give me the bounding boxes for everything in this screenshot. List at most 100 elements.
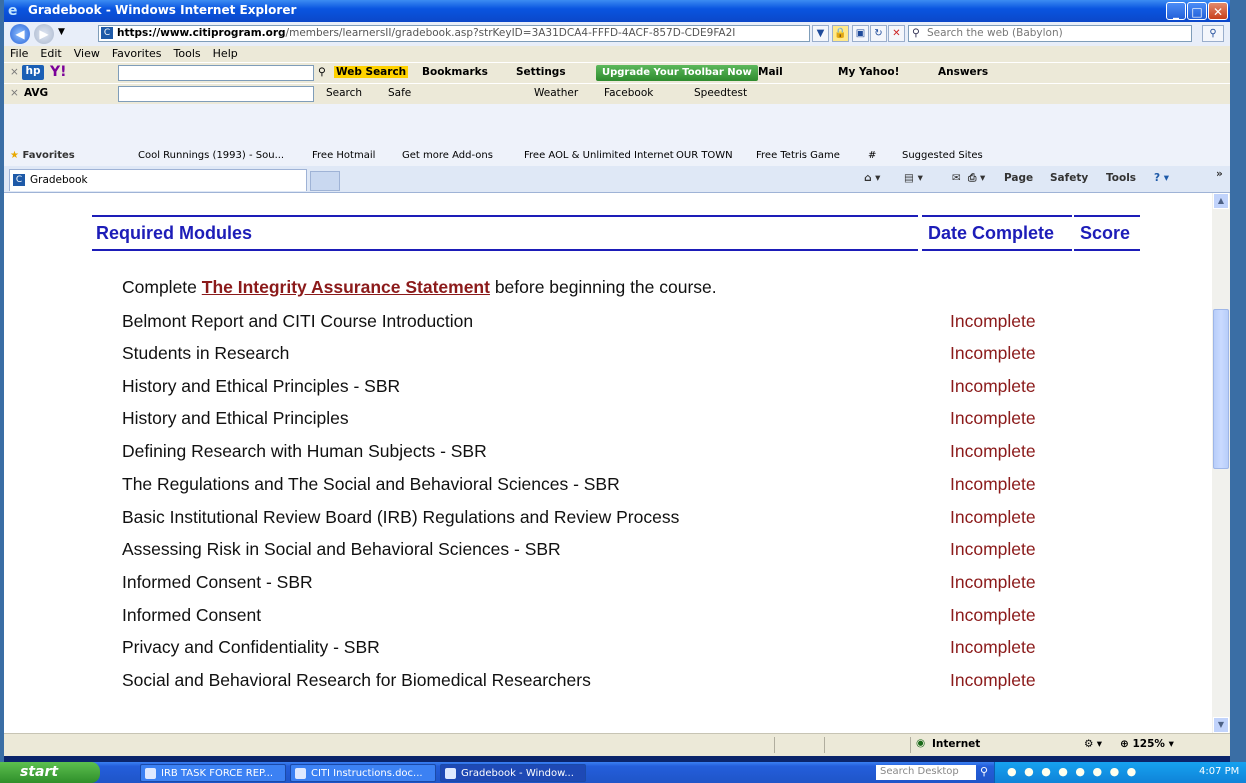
hp-logo-icon[interactable]: hp xyxy=(22,65,44,80)
menu-file[interactable]: File xyxy=(4,46,34,61)
feeds-icon[interactable]: ▤ ▾ xyxy=(904,172,923,184)
yahoo-toolbar: × hp Y! ⚲ Web Search Bookmarks Settings … xyxy=(4,62,1230,85)
favorite-item[interactable]: Cool Runnings (1993) - Sou... xyxy=(138,150,284,161)
menu-help[interactable]: Help xyxy=(207,46,244,61)
mail-button[interactable]: Mail xyxy=(758,66,783,78)
module-status: Incomplete xyxy=(950,441,1036,461)
desktop-search-input[interactable]: Search Desktop xyxy=(876,765,976,780)
close-button[interactable]: ✕ xyxy=(1208,2,1228,20)
mail-icon[interactable]: ✉ xyxy=(952,172,961,184)
desktop-search-icon[interactable]: ⚲ xyxy=(980,765,988,778)
tray-icons[interactable]: ● ● ● ● ● ● ● ● xyxy=(1007,765,1138,778)
yahoo-logo-icon[interactable]: Y! xyxy=(50,64,67,80)
ie-logo-icon: e xyxy=(8,3,18,19)
zoom-level[interactable]: ⊕ 125% ▾ xyxy=(1120,738,1174,750)
help-icon[interactable]: ? ▾ xyxy=(1154,172,1169,184)
tab-gradebook[interactable]: C Gradebook xyxy=(9,169,307,191)
word-doc-icon xyxy=(295,768,306,779)
protected-mode-icon[interactable]: ⚙ ▾ xyxy=(1084,738,1102,750)
weather-button[interactable]: Weather xyxy=(534,87,578,99)
module-name[interactable]: The Regulations and The Social and Behav… xyxy=(122,474,620,495)
web-search-input[interactable]: ⚲ Search the web (Babylon) xyxy=(908,25,1192,42)
compatibility-icon[interactable]: ▣ xyxy=(852,25,869,42)
home-icon[interactable]: ⌂ ▾ xyxy=(864,172,880,184)
answers-button[interactable]: Answers xyxy=(938,66,988,78)
module-name[interactable]: Basic Institutional Review Board (IRB) R… xyxy=(122,507,679,528)
taskbar-item-irb[interactable]: IRB TASK FORCE REP... xyxy=(140,764,286,782)
module-name[interactable]: History and Ethical Principles - SBR xyxy=(122,376,400,397)
back-button[interactable]: ◀ xyxy=(10,24,30,44)
intro-text-after: before beginning the course. xyxy=(489,277,717,297)
start-button[interactable]: start xyxy=(0,762,100,783)
favorites-button[interactable]: ★ Favorites xyxy=(10,150,75,161)
web-search-button[interactable]: Web Search xyxy=(334,66,409,78)
module-name[interactable]: Privacy and Confidentiality - SBR xyxy=(122,637,380,658)
module-status: Incomplete xyxy=(950,474,1036,494)
vertical-scrollbar[interactable]: ▲ ▼ xyxy=(1212,193,1230,733)
my-yahoo-button[interactable]: My Yahoo! xyxy=(838,66,899,78)
scroll-thumb[interactable] xyxy=(1213,309,1229,469)
avg-toolbar: × AVG Search Safe Weather Facebook Speed… xyxy=(4,83,1230,106)
refresh-icon[interactable]: ↻ xyxy=(870,25,887,42)
address-dropdown-icon[interactable]: ▼ xyxy=(812,25,829,42)
chevron-more-icon[interactable]: » xyxy=(1216,168,1223,180)
module-name[interactable]: Students in Research xyxy=(122,343,289,364)
favorite-item[interactable]: Suggested Sites xyxy=(902,150,983,161)
new-tab-button[interactable] xyxy=(310,171,340,191)
taskbar-item-citi[interactable]: CITI Instructions.doc... xyxy=(290,764,436,782)
favorite-item[interactable]: Free AOL & Unlimited Internet xyxy=(524,150,674,161)
history-dropdown-icon[interactable]: ▼ xyxy=(58,27,65,37)
avg-button[interactable]: AVG xyxy=(24,87,48,99)
safety-menu[interactable]: Safety xyxy=(1050,172,1088,184)
stop-icon[interactable]: ✕ xyxy=(888,25,905,42)
page-menu[interactable]: Page xyxy=(1004,172,1033,184)
status-divider xyxy=(910,737,911,753)
upgrade-toolbar-button[interactable]: Upgrade Your Toolbar Now xyxy=(596,65,758,81)
settings-button[interactable]: Settings xyxy=(516,66,566,78)
module-name[interactable]: Informed Consent xyxy=(122,605,261,626)
speedtest-button[interactable]: Speedtest xyxy=(694,87,747,99)
favorite-item[interactable]: Free Tetris Game xyxy=(756,150,840,161)
scroll-down-icon[interactable]: ▼ xyxy=(1213,717,1229,733)
favorite-item[interactable]: # xyxy=(868,150,876,161)
search-icon[interactable]: ⚲ xyxy=(318,66,326,78)
title-bar[interactable]: e Gradebook - Windows Internet Explorer … xyxy=(4,0,1230,22)
avg-search-input[interactable] xyxy=(118,86,314,102)
module-name[interactable]: Defining Research with Human Subjects - … xyxy=(122,441,487,462)
toolbar-close-icon[interactable]: × xyxy=(10,66,19,78)
minimize-button[interactable]: _ xyxy=(1166,2,1186,20)
print-icon[interactable]: ⎙ ▾ xyxy=(968,172,985,185)
module-name[interactable]: Assessing Risk in Social and Behavioral … xyxy=(122,539,561,560)
facebook-button[interactable]: Facebook xyxy=(604,87,653,99)
tools-menu[interactable]: Tools xyxy=(1106,172,1136,184)
taskbar-item-gradebook[interactable]: Gradebook - Window... xyxy=(440,764,586,782)
page-content: Required Modules Date Complete Score Com… xyxy=(4,193,1212,733)
menu-tools[interactable]: Tools xyxy=(168,46,207,61)
module-name[interactable]: Belmont Report and CITI Course Introduct… xyxy=(122,311,473,332)
lock-icon[interactable]: 🔒 xyxy=(832,25,849,42)
search-go-icon[interactable]: ⚲ xyxy=(1202,25,1224,42)
menu-edit[interactable]: Edit xyxy=(34,46,67,61)
safe-button[interactable]: Safe xyxy=(388,87,411,99)
favorite-item[interactable]: Get more Add-ons xyxy=(402,150,493,161)
forward-button[interactable]: ▶ xyxy=(34,24,54,44)
yahoo-search-input[interactable] xyxy=(118,65,314,81)
address-input[interactable]: C https://www.citiprogram.org/members/le… xyxy=(98,25,810,42)
favorite-item[interactable]: OUR TOWN xyxy=(676,150,733,161)
module-name[interactable]: History and Ethical Principles xyxy=(122,408,349,429)
scroll-up-icon[interactable]: ▲ xyxy=(1213,193,1229,209)
module-name[interactable]: Informed Consent - SBR xyxy=(122,572,313,593)
taskbar-item-label: CITI Instructions.doc... xyxy=(311,768,423,779)
module-name[interactable]: Social and Behavioral Research for Biome… xyxy=(122,670,591,691)
toolbar-close-icon[interactable]: × xyxy=(10,87,19,99)
menu-view[interactable]: View xyxy=(68,46,106,61)
taskbar: start IRB TASK FORCE REP... CITI Instruc… xyxy=(0,762,1246,783)
table-row: History and Ethical Principles Incomplete xyxy=(4,404,1212,436)
favorite-item[interactable]: Free Hotmail xyxy=(312,150,375,161)
integrity-notice: Complete The Integrity Assurance Stateme… xyxy=(122,277,717,298)
avg-search-button[interactable]: Search xyxy=(326,87,362,99)
integrity-statement-link[interactable]: The Integrity Assurance Statement xyxy=(202,277,490,297)
maximize-button[interactable]: □ xyxy=(1187,2,1207,20)
menu-favorites[interactable]: Favorites xyxy=(106,46,168,61)
bookmarks-button[interactable]: Bookmarks xyxy=(422,66,488,78)
